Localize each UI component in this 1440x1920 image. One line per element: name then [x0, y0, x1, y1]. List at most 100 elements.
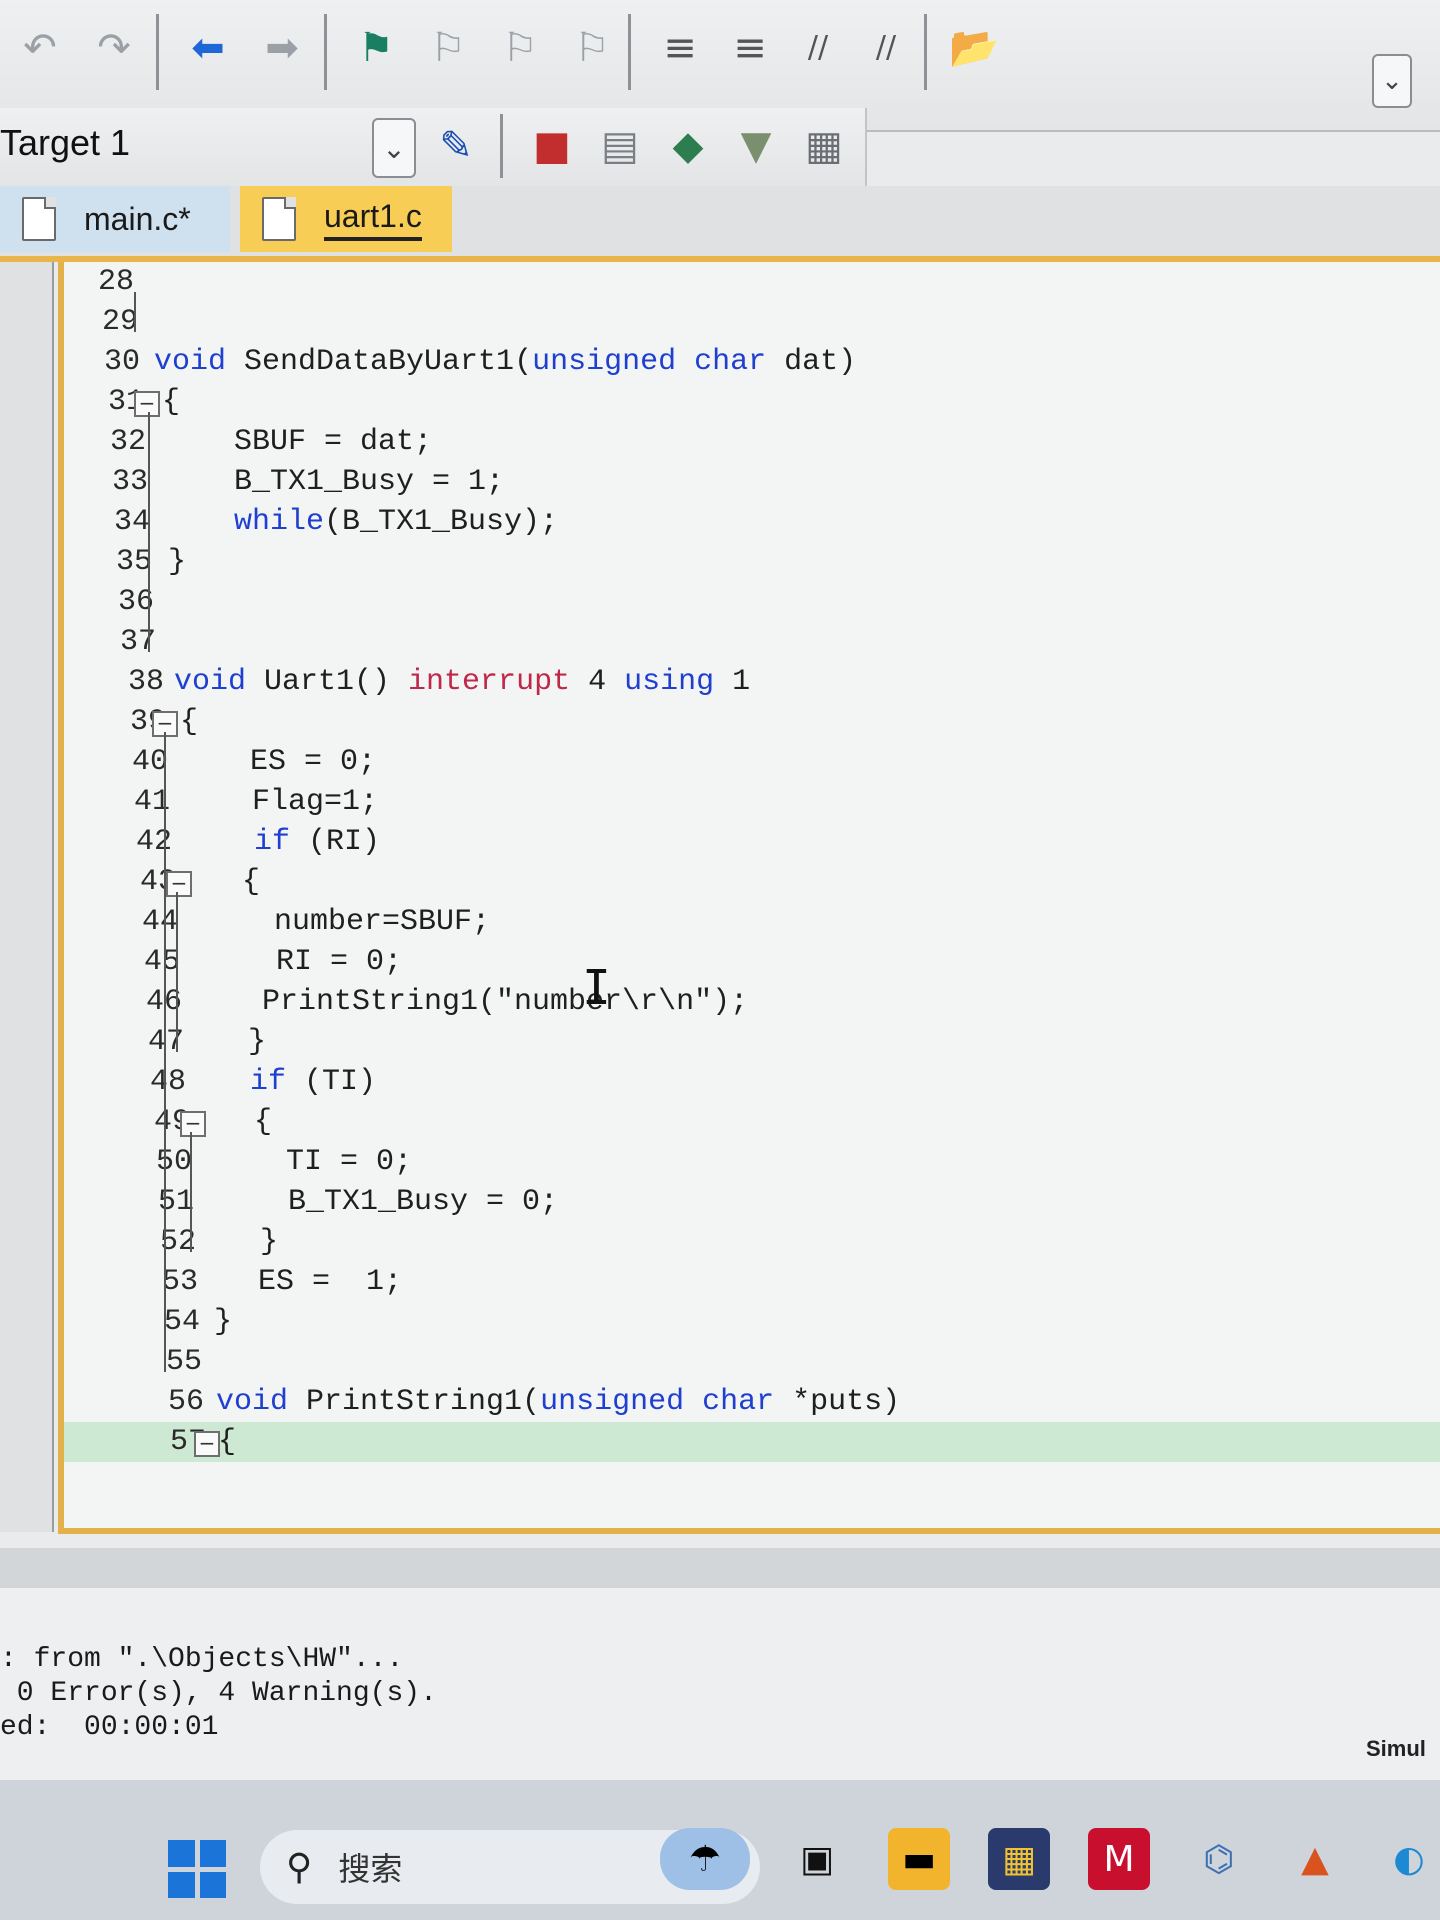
code-line[interactable]: 42 if (RI)	[64, 822, 1440, 862]
collapse-block-icon[interactable]: −	[194, 1431, 220, 1457]
code-line[interactable]: 33 B_TX1_Busy = 1;	[64, 462, 1440, 502]
code-line[interactable]: 51 B_TX1_Busy = 0;	[64, 1182, 1440, 1222]
line-number: 46	[145, 985, 182, 1019]
code-line[interactable]: 52}	[64, 1222, 1440, 1262]
target-select[interactable]: Target 1	[0, 122, 130, 164]
code-line[interactable]: 31−{	[64, 382, 1440, 422]
code-line[interactable]: 30 void SendDataByUart1(unsigned char dat…	[64, 342, 1440, 382]
target-dropdown-icon[interactable]: ⌄	[372, 118, 416, 178]
line-number: 40	[131, 745, 168, 779]
unindent-icon[interactable]: ≡	[722, 20, 778, 76]
line-number: 35	[115, 545, 152, 579]
code-text: {	[218, 1425, 237, 1459]
line-number: 32	[109, 425, 146, 459]
forward-arrow-icon[interactable]: ➡	[254, 20, 310, 76]
fold-guide-line	[190, 1132, 192, 1252]
code-text: {	[242, 865, 261, 899]
tab-main-c[interactable]: main.c*	[0, 186, 230, 252]
indent-icon[interactable]: ≡	[652, 20, 708, 76]
file-explorer-icon[interactable]: ▬	[888, 1828, 950, 1890]
code-line[interactable]: 54}	[64, 1302, 1440, 1342]
collapse-block-icon[interactable]: −	[134, 391, 160, 417]
code-line[interactable]: 44 number=SBUF;	[64, 902, 1440, 942]
line-number: 54	[163, 1305, 200, 1339]
line-number: 37	[119, 625, 156, 659]
taskbar: ⚲ 搜索 ☂ ▣ ▬ ▦ M ⌬ ▲ ◐	[0, 1780, 1440, 1920]
code-line[interactable]: 50 TI = 0;	[64, 1142, 1440, 1182]
code-line[interactable]: 37	[64, 622, 1440, 662]
search-placeholder: 搜索	[338, 1851, 403, 1887]
code-line[interactable]: 56 void PrintString1(unsigned char *puts)	[64, 1382, 1440, 1422]
pack-installer-icon[interactable]: ◆	[660, 118, 716, 174]
code-line[interactable]: 48 if (TI)	[64, 1062, 1440, 1102]
code-line[interactable]: 43− {	[64, 862, 1440, 902]
toolbar-divider	[628, 14, 631, 90]
code-line[interactable]: 28	[64, 262, 1440, 302]
edge-browser-icon[interactable]: ◐	[1378, 1828, 1440, 1890]
code-text: {	[162, 385, 181, 419]
output-line: 0 Error(s), 4 Warning(s).	[0, 1678, 437, 1709]
code-line[interactable]: 35}	[64, 542, 1440, 582]
code-line[interactable]: 41 Flag=1;	[64, 782, 1440, 822]
matlab-icon[interactable]: ▲	[1284, 1828, 1346, 1890]
tab-uart1-c[interactable]: uart1.c	[240, 186, 452, 252]
bookmark-icon[interactable]: ⚑	[348, 20, 404, 76]
code-editor[interactable]: 28 29 30 void SendDataByUart1(unsigned char…	[58, 262, 1440, 1790]
code-line[interactable]: 40 ES = 0;	[64, 742, 1440, 782]
code-text: Flag=1;	[252, 785, 379, 819]
code-text: while(B_TX1_Busy);	[234, 505, 559, 539]
select-packs-icon[interactable]: ▼	[728, 118, 784, 174]
line-number: 34	[113, 505, 150, 539]
widgets-icon[interactable]: ☂	[660, 1828, 750, 1890]
code-text: B_TX1_Busy = 1;	[234, 465, 505, 499]
output-line: : from ".\Objects\HW"...	[0, 1644, 404, 1675]
clear-bookmarks-icon[interactable]: ⚐	[564, 20, 620, 76]
redo-icon[interactable]: ↷	[86, 20, 142, 76]
collapse-block-icon[interactable]: −	[180, 1111, 206, 1137]
windows-start-button[interactable]	[168, 1840, 226, 1898]
code-text: RI = 0;	[276, 945, 403, 979]
code-line[interactable]: 45 RI = 0;	[64, 942, 1440, 982]
code-line[interactable]: 32 SBUF = dat;	[64, 422, 1440, 462]
back-arrow-icon[interactable]: ⬅	[180, 20, 236, 76]
python-icon[interactable]: ⌬	[1188, 1828, 1250, 1890]
toolbar-dropdown-icon[interactable]: ⌄	[1372, 54, 1412, 108]
code-line[interactable]: 38 void Uart1() interrupt 4 using 1	[64, 662, 1440, 702]
code-line[interactable]: 53 ES = 1;	[64, 1262, 1440, 1302]
code-line[interactable]: 36	[64, 582, 1440, 622]
code-line[interactable]: 29	[64, 302, 1440, 342]
code-line[interactable]: 34 while(B_TX1_Busy);	[64, 502, 1440, 542]
undo-icon[interactable]: ↶	[12, 20, 68, 76]
code-text: if (TI)	[250, 1065, 377, 1099]
status-simulation-label: Simul	[1366, 1736, 1426, 1761]
comment-selection-icon[interactable]: //	[790, 20, 846, 76]
find-in-files-icon[interactable]: 📂	[946, 20, 1002, 76]
code-line[interactable]: 49− {	[64, 1102, 1440, 1142]
line-number: 55	[165, 1345, 202, 1379]
batch-setup-icon[interactable]: ▦	[796, 118, 852, 174]
code-line[interactable]: 46 PrintString1("number\r\n");	[64, 982, 1440, 1022]
previous-bookmark-icon[interactable]: ⚐	[420, 20, 476, 76]
collapse-block-icon[interactable]: −	[166, 871, 192, 897]
uncomment-selection-icon[interactable]: //	[858, 20, 914, 76]
store-icon[interactable]: ▦	[988, 1828, 1050, 1890]
fold-guide-line	[148, 412, 150, 652]
code-line[interactable]: 47}	[64, 1022, 1440, 1062]
file-icon	[22, 197, 56, 241]
code-line[interactable]: 55	[64, 1342, 1440, 1382]
tab-label: uart1.c	[324, 198, 422, 241]
code-text: if (RI)	[254, 825, 381, 859]
code-line[interactable]: 39−{	[64, 702, 1440, 742]
task-view-icon[interactable]: ▣	[786, 1828, 848, 1890]
mcafee-icon[interactable]: M	[1088, 1828, 1150, 1890]
code-line[interactable]: 57−{	[64, 1422, 1440, 1462]
line-number: 57	[169, 1425, 206, 1459]
next-bookmark-icon[interactable]: ⚐	[492, 20, 548, 76]
code-text: {	[254, 1105, 273, 1139]
options-for-target-icon[interactable]: ▤	[592, 118, 648, 174]
code-text: B_TX1_Busy = 0;	[288, 1185, 559, 1219]
manage-components-icon[interactable]: ■	[524, 118, 580, 174]
code-text: PrintString1("number\r\n");	[262, 985, 749, 1019]
line-number: 52	[159, 1225, 196, 1259]
magic-wand-icon[interactable]: ✎	[428, 118, 484, 174]
